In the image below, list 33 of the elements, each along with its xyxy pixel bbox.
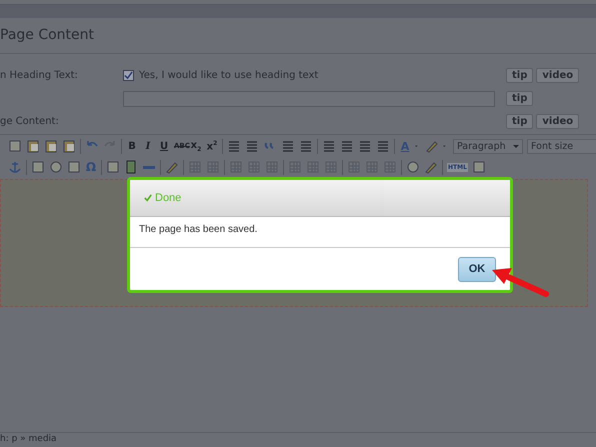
format-button[interactable]: x$_{2}$ bbox=[190, 140, 202, 152]
format-button[interactable]: B bbox=[126, 140, 138, 152]
paste-word-icon[interactable] bbox=[62, 139, 76, 153]
format-button[interactable]: U bbox=[158, 140, 170, 152]
field-label: ge Content: bbox=[0, 116, 59, 127]
ok-button[interactable]: OK bbox=[458, 256, 496, 282]
format-button[interactable]: A bbox=[399, 140, 411, 152]
caret-icon bbox=[513, 143, 519, 149]
highlighter-icon[interactable] bbox=[425, 139, 439, 153]
help-button[interactable]: video bbox=[536, 114, 580, 129]
dialog-title: Done bbox=[155, 192, 182, 204]
format-button[interactable]: x$^{2}$ bbox=[206, 140, 218, 152]
help-button[interactable]: tip bbox=[506, 68, 534, 83]
paste-icon[interactable] bbox=[26, 139, 40, 153]
page-title: Page Content bbox=[0, 18, 596, 54]
checkbox[interactable] bbox=[123, 70, 134, 81]
pointer-arrow-icon bbox=[490, 266, 550, 298]
checkmark-icon bbox=[144, 194, 152, 202]
status-path: h: p » media bbox=[0, 432, 596, 447]
paste-text-icon[interactable] bbox=[44, 139, 58, 153]
heading-input-field[interactable] bbox=[123, 90, 495, 106]
dialog-message: The page has been saved. bbox=[130, 217, 510, 248]
anchor-icon[interactable] bbox=[8, 160, 22, 174]
dropdown[interactable]: Paragraph bbox=[453, 138, 523, 154]
help-button[interactable]: video bbox=[536, 68, 580, 83]
help-button[interactable]: tip bbox=[506, 114, 534, 129]
checkbox-label: Yes, I would like to use heading text bbox=[139, 70, 318, 81]
edit-icon[interactable] bbox=[165, 160, 179, 174]
format-button[interactable]: I bbox=[142, 140, 154, 152]
format-button[interactable]: Ω bbox=[85, 160, 97, 174]
field-label: n Heading Text: bbox=[0, 70, 78, 81]
dropdown[interactable]: Font size bbox=[527, 138, 596, 154]
help-button[interactable]: tip bbox=[506, 91, 534, 106]
